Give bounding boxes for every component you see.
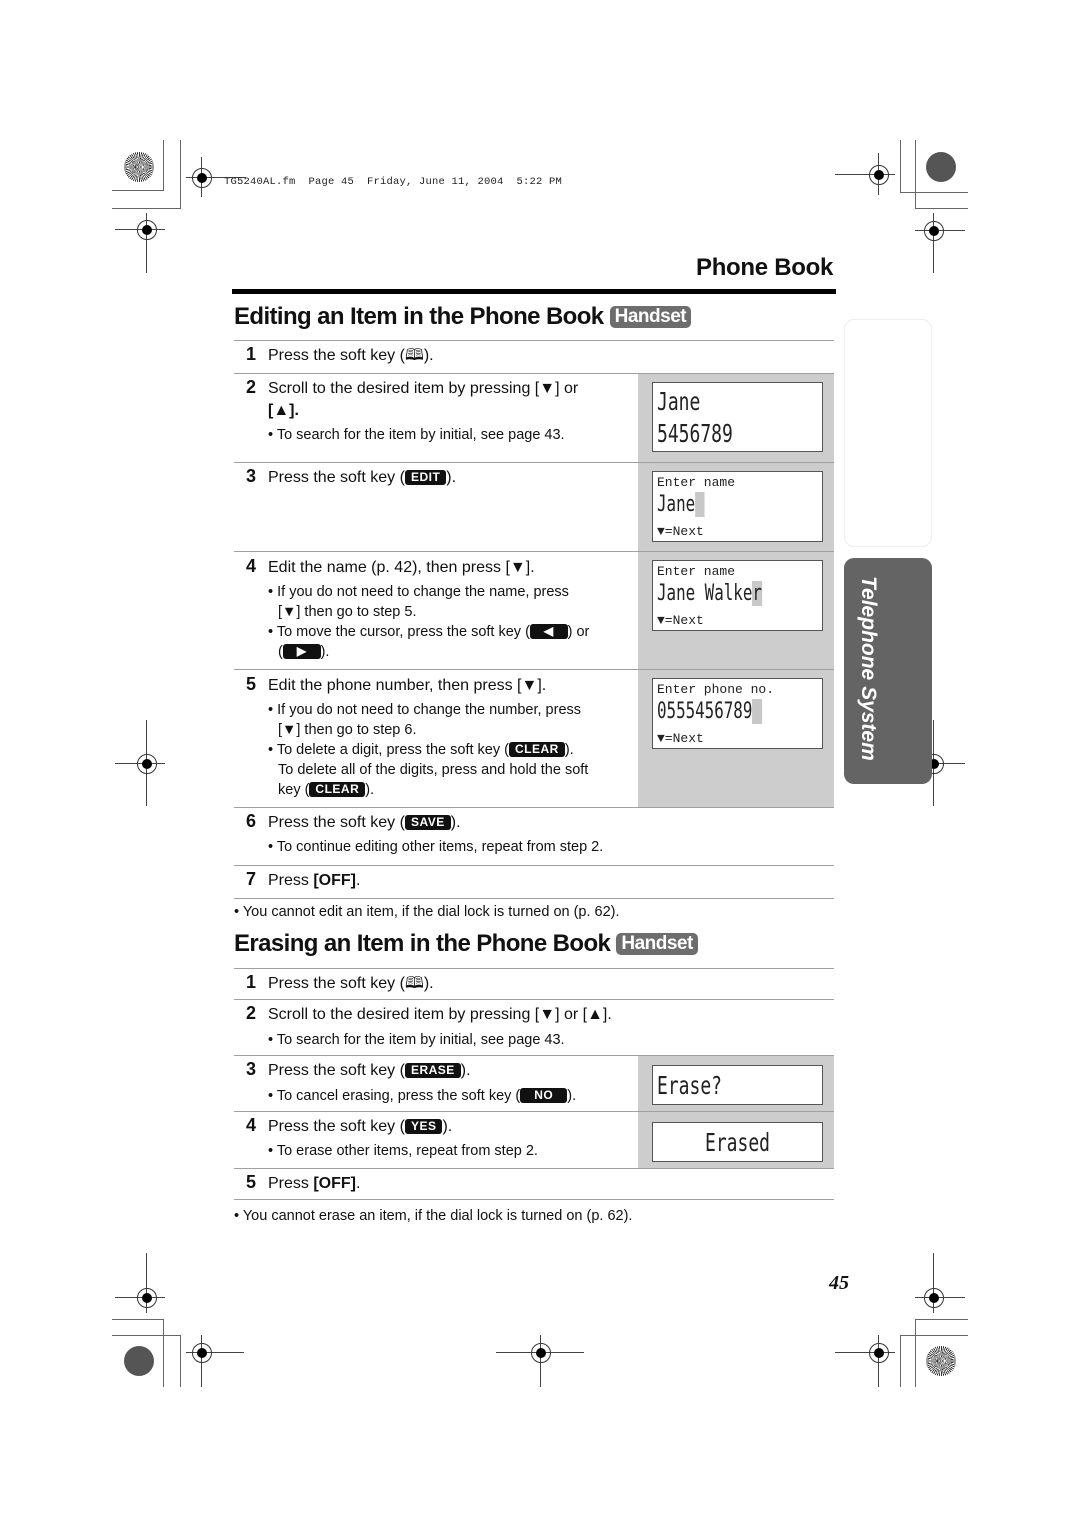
edit-step-2: 2 Scroll to the desired item by pressing … [246, 377, 579, 397]
edit-step-1: 1 Press the soft key (🕮). [246, 344, 434, 364]
lcd-display-erase-confirm: Erase? [652, 1065, 823, 1105]
edit-step-4-bullet-1-cont: [▼] then go to step 5. [278, 604, 417, 620]
lcd-display-phone-no: Enter phone no. 0555456789 ▼=Next [652, 678, 823, 749]
edit-step-4-bullet-2-cont: (▶). [278, 644, 330, 660]
registration-mark [137, 754, 157, 774]
erase-step-1: 1 Press the soft key (🕮). [246, 972, 434, 992]
erase-step-2: 2 Scroll to the desired item by pressing … [246, 1003, 612, 1023]
registration-mark [192, 168, 212, 188]
yes-softkey[interactable]: YES [404, 1119, 443, 1134]
edit-step-5-bullet-2: • To delete a digit, press the soft key … [268, 742, 574, 758]
disc-mark [926, 152, 956, 182]
erase-softkey[interactable]: ERASE [404, 1063, 461, 1078]
clear-softkey[interactable]: CLEAR [508, 742, 565, 757]
text-cursor: r [752, 581, 762, 606]
handset-badge: Handset [609, 306, 692, 328]
registration-mark [137, 220, 157, 240]
edit-step-5-bullet-2-cont: To delete all of the digits, press and h… [278, 762, 589, 778]
phonebook-icon: 🕮 [404, 347, 424, 364]
edit-step-4-bullet-2: • To move the cursor, press the soft key… [268, 624, 590, 640]
registration-mark [192, 1343, 212, 1363]
edit-step-6: 6 Press the soft key (SAVE). [246, 811, 461, 831]
registration-mark [531, 1343, 551, 1363]
disc-mark [124, 1346, 154, 1376]
registration-mark [137, 1288, 157, 1308]
phonebook-icon: 🕮 [404, 975, 424, 992]
handset-badge: Handset [616, 933, 698, 955]
lcd-display-erased: Erased [652, 1122, 823, 1162]
cursor-right-softkey[interactable]: ▶ [282, 644, 321, 659]
text-cursor [752, 699, 762, 724]
erase-note: • You cannot erase an item, if the dial … [234, 1208, 633, 1224]
erase-step-4-bullet: • To erase other items, repeat from step… [268, 1143, 538, 1159]
edit-step-4-bullet-1: • If you do not need to change the name,… [268, 584, 569, 600]
edit-step-4: 4 Edit the name (p. 42), then press [▼]. [246, 556, 535, 576]
erase-step-4: 4 Press the soft key (YES). [246, 1115, 453, 1135]
edit-step-5-bullet-1: • If you do not need to change the numbe… [268, 702, 582, 718]
registration-mark [924, 1288, 944, 1308]
erase-step-5: 5 Press [OFF]. [246, 1172, 361, 1192]
erase-step-3-bullet: • To cancel erasing, press the soft key … [268, 1088, 577, 1104]
edit-step-5: 5 Edit the phone number, then press [▼]. [246, 674, 547, 694]
registration-mark [924, 221, 944, 241]
edit-step-2-cont: [▲]. [268, 402, 299, 419]
page-title: Phone Book [695, 254, 833, 281]
no-softkey[interactable]: NO [520, 1088, 568, 1103]
lcd-display-edited-name: Enter name Jane Walker ▼=Next [652, 560, 823, 631]
side-tab-ghost [844, 319, 932, 547]
editing-title-text: Editing an Item in the Phone Book [234, 303, 604, 330]
lcd-display-item: Jane 5456789 [652, 382, 823, 452]
side-tab: Telephone System [844, 558, 932, 784]
edit-step-5-bullet-1-cont: [▼] then go to step 6. [278, 722, 417, 738]
page-number: 45 [829, 1272, 849, 1294]
title-rule [232, 289, 836, 294]
erasing-section-title: Erasing an Item in the Phone Book Handse… [234, 930, 698, 958]
erase-step-2-bullet: • To search for the item by initial, see… [268, 1032, 565, 1048]
clear-softkey-hold[interactable]: CLEAR [309, 782, 366, 797]
edit-step-6-bullet: • To continue editing other items, repea… [268, 839, 604, 855]
edit-step-2-bullet: • To search for the item by initial, see… [268, 427, 565, 443]
erase-step-3: 3 Press the soft key (ERASE). [246, 1059, 471, 1079]
edit-step-7: 7 Press [OFF]. [246, 869, 361, 889]
side-tab-label: Telephone System [857, 576, 880, 761]
edit-step-5-bullet-2-cont2: key (CLEAR). [278, 782, 375, 798]
erasing-title-text: Erasing an Item in the Phone Book [234, 930, 611, 957]
registration-mark [869, 165, 889, 185]
edit-softkey[interactable]: EDIT [404, 470, 447, 485]
cursor-left-softkey[interactable]: ◀ [529, 624, 568, 639]
registration-mark [869, 1343, 889, 1363]
print-header: TG5240AL.fm Page 45 Friday, June 11, 200… [224, 176, 563, 188]
starburst-mark [926, 1346, 956, 1376]
save-softkey[interactable]: SAVE [404, 815, 451, 830]
editing-section-title: Editing an Item in the Phone Book Handse… [234, 303, 692, 331]
edit-step-3: 3 Press the soft key (EDIT). [246, 466, 457, 486]
text-cursor [695, 492, 705, 517]
edit-note: • You cannot edit an item, if the dial l… [234, 904, 620, 920]
lcd-display-enter-name: Enter name Jane ▼=Next [652, 471, 823, 542]
starburst-mark [124, 152, 154, 182]
